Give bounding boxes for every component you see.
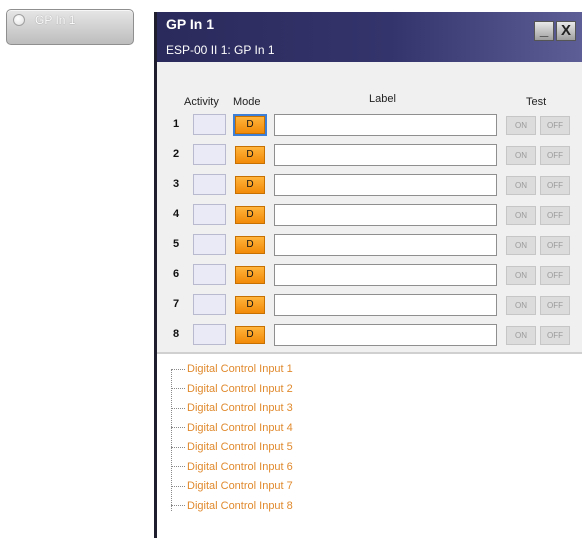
tree-item-digital-control-input[interactable]: Digital Control Input 5: [171, 437, 293, 457]
test-off-button[interactable]: OFF: [540, 146, 570, 165]
row-number: 5: [173, 238, 180, 250]
activity-indicator: [193, 264, 226, 285]
activity-indicator: [193, 324, 226, 345]
tree-item-label: Digital Control Input 7: [187, 480, 293, 492]
tree-connector: [171, 427, 185, 428]
mode-button[interactable]: D: [235, 326, 265, 344]
window-title: GP In 1: [166, 16, 214, 32]
mode-button[interactable]: D: [235, 206, 265, 224]
label-input[interactable]: [274, 234, 497, 256]
gp-input-panel: Activity Mode Label Test 1 D ON OFF 2 D ON OFF 3…: [157, 62, 582, 354]
input-row: 4 D ON OFF: [157, 202, 582, 228]
window-titlebar[interactable]: GP In 1 ESP-00 II 1: GP In 1 _ X: [157, 12, 582, 62]
activity-header: Activity: [184, 96, 219, 108]
tree-item-digital-control-input[interactable]: Digital Control Input 7: [171, 476, 293, 496]
input-row: 7 D ON OFF: [157, 292, 582, 318]
input-row: 1 D ON OFF: [157, 112, 582, 138]
input-row: 3 D ON OFF: [157, 172, 582, 198]
node-button-label: GP In 1: [35, 13, 76, 27]
row-number: 3: [173, 178, 180, 190]
test-on-button[interactable]: ON: [506, 116, 536, 135]
test-on-button[interactable]: ON: [506, 206, 536, 225]
close-icon[interactable]: X: [556, 21, 576, 41]
circle-indicator-icon: [13, 14, 25, 26]
mode-header: Mode: [233, 96, 261, 108]
tree-connector: [171, 388, 185, 389]
tree-item-digital-control-input[interactable]: Digital Control Input 6: [171, 457, 293, 477]
tree-connector: [171, 368, 185, 370]
input-row: 2 D ON OFF: [157, 142, 582, 168]
gp-in-window: GP In 1 ESP-00 II 1: GP In 1 _ X Activit…: [154, 12, 582, 538]
activity-indicator: [193, 234, 226, 255]
mode-button[interactable]: D: [235, 236, 265, 254]
input-row: 8 D ON OFF: [157, 322, 582, 348]
tree-item-digital-control-input[interactable]: Digital Control Input 1: [171, 359, 293, 379]
test-on-button[interactable]: ON: [506, 296, 536, 315]
test-off-button[interactable]: OFF: [540, 176, 570, 195]
label-input[interactable]: [274, 294, 497, 316]
tree-connector: [171, 446, 185, 448]
row-number: 7: [173, 298, 180, 310]
tree-connector: [171, 407, 185, 409]
test-off-button[interactable]: OFF: [540, 326, 570, 345]
tree-item-digital-control-input[interactable]: Digital Control Input 3: [171, 398, 293, 418]
mode-button[interactable]: D: [233, 114, 267, 136]
input-row: 6 D ON OFF: [157, 262, 582, 288]
window-subtitle: ESP-00 II 1: GP In 1: [166, 43, 275, 57]
mode-button[interactable]: D: [235, 146, 265, 164]
test-off-button[interactable]: OFF: [540, 296, 570, 315]
test-on-button[interactable]: ON: [506, 236, 536, 255]
tree-item-label: Digital Control Input 1: [187, 363, 293, 375]
activity-indicator: [193, 174, 226, 195]
mode-button[interactable]: D: [235, 176, 265, 194]
activity-indicator: [193, 294, 226, 315]
tree-item-label: Digital Control Input 5: [187, 441, 293, 453]
label-input[interactable]: [274, 114, 497, 136]
test-on-button[interactable]: ON: [506, 176, 536, 195]
row-number: 6: [173, 268, 180, 280]
tree-item-label: Digital Control Input 4: [187, 421, 293, 434]
tree-item-label: Digital Control Input 3: [187, 402, 293, 414]
row-number: 1: [173, 118, 180, 130]
tree-item-label: Digital Control Input 8: [187, 499, 293, 512]
test-off-button[interactable]: OFF: [540, 236, 570, 255]
test-header: Test: [526, 96, 547, 108]
tree-item-digital-control-input[interactable]: Digital Control Input 2: [171, 379, 293, 399]
activity-indicator: [193, 114, 226, 135]
test-on-button[interactable]: ON: [506, 326, 536, 345]
test-off-button[interactable]: OFF: [540, 116, 570, 135]
activity-indicator: [193, 204, 226, 225]
activity-indicator: [193, 144, 226, 165]
test-on-button[interactable]: ON: [506, 266, 536, 285]
tree-connector: [171, 505, 185, 506]
row-number: 8: [173, 328, 180, 340]
node-button-gp-in-1[interactable]: GP In 1: [6, 9, 134, 45]
row-number: 2: [173, 148, 180, 160]
window-controls: _ X: [534, 21, 576, 41]
input-tree: Digital Control Input 1 Digital Control I…: [157, 359, 582, 538]
tree-connector: [171, 466, 185, 467]
tree-item-digital-control-input[interactable]: Digital Control Input 4: [171, 418, 293, 438]
tree-item-label: Digital Control Input 6: [187, 460, 293, 473]
label-input[interactable]: [274, 174, 497, 196]
label-input[interactable]: [274, 324, 497, 346]
minimize-icon[interactable]: _: [534, 21, 554, 41]
row-number: 4: [173, 208, 180, 220]
test-off-button[interactable]: OFF: [540, 266, 570, 285]
label-input[interactable]: [274, 204, 497, 226]
tree-connector: [171, 485, 185, 487]
tree-item-digital-control-input[interactable]: Digital Control Input 8: [171, 496, 293, 516]
label-input[interactable]: [274, 264, 497, 286]
tree-item-label: Digital Control Input 2: [187, 382, 293, 395]
test-on-button[interactable]: ON: [506, 146, 536, 165]
label-input[interactable]: [274, 144, 497, 166]
mode-button[interactable]: D: [235, 296, 265, 314]
mode-button[interactable]: D: [235, 266, 265, 284]
label-header: Label: [369, 93, 396, 105]
input-row: 5 D ON OFF: [157, 232, 582, 258]
test-off-button[interactable]: OFF: [540, 206, 570, 225]
